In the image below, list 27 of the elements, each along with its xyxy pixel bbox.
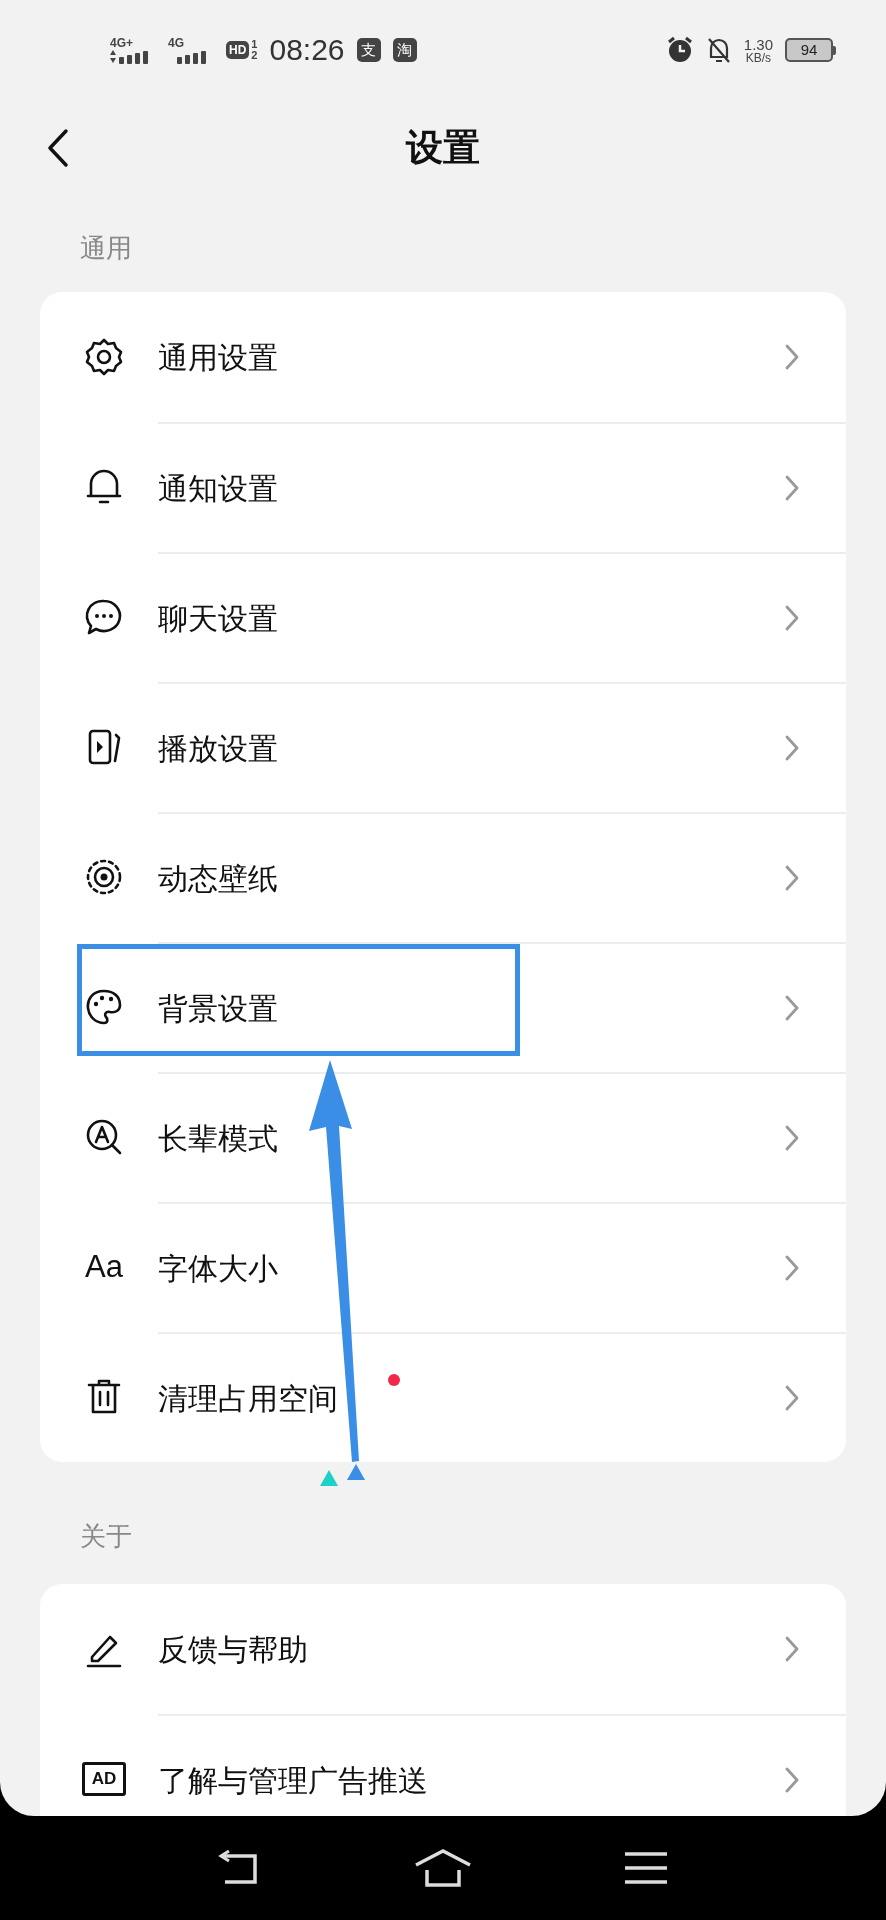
settings-item[interactable]: 长辈模式	[158, 1115, 278, 1161]
section-label: 关于	[80, 1520, 132, 1553]
app-notification-icon: 支	[356, 38, 381, 62]
page-title: 设置	[406, 125, 480, 170]
sim-number: 2	[251, 50, 258, 61]
settings-item[interactable]: 背景设置	[158, 985, 278, 1031]
speed-unit: KB/s	[745, 51, 772, 64]
font-size-icon: Aa	[82, 1243, 126, 1291]
settings-item[interactable]: 字体大小	[158, 1245, 278, 1291]
settings-item[interactable]: 通知设置	[158, 465, 278, 511]
settings-item[interactable]: 了解与管理广告推送	[158, 1757, 428, 1803]
settings-item[interactable]: 聊天设置	[158, 595, 278, 641]
settings-item[interactable]: 反馈与帮助	[158, 1626, 308, 1672]
section-label: 通用	[80, 232, 132, 265]
settings-item[interactable]: 通用设置	[158, 334, 278, 380]
settings-item[interactable]: 播放设置	[158, 725, 278, 771]
ad-icon: AD	[82, 1762, 126, 1796]
clock-time: 08:26	[269, 35, 345, 65]
network-type: 4G	[168, 36, 184, 50]
battery-icon: 94	[785, 38, 833, 62]
settings-item[interactable]: 清理占用空间	[158, 1375, 338, 1421]
sim-number: 1	[251, 39, 258, 50]
network-speed: 1.30	[743, 36, 773, 52]
settings-item[interactable]: 动态壁纸	[158, 855, 278, 901]
hd-badge: HD	[226, 41, 250, 59]
network-type: 4G+	[110, 36, 133, 50]
app-notification-icon: 淘	[392, 38, 417, 62]
